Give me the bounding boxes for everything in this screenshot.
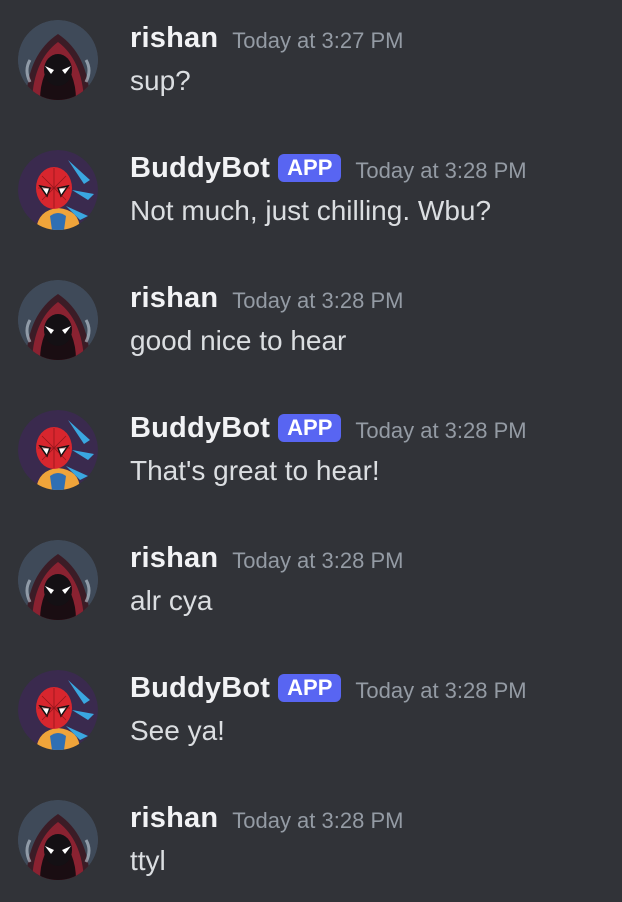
- message-author[interactable]: rishan: [130, 22, 218, 55]
- chat-message: rishan Today at 3:28 PM good nice to hea…: [0, 260, 622, 370]
- message-content: See ya!: [130, 715, 225, 746]
- message-author[interactable]: BuddyBot: [130, 152, 270, 185]
- chat-message: rishan Today at 3:27 PM sup?: [0, 0, 622, 110]
- spiderman-avatar-icon: [18, 670, 98, 750]
- message-timestamp[interactable]: Today at 3:28 PM: [232, 288, 403, 314]
- message-author[interactable]: rishan: [130, 542, 218, 575]
- bot-avatar[interactable]: [18, 670, 98, 750]
- message-content: good nice to hear: [130, 325, 347, 356]
- message-timestamp[interactable]: Today at 3:28 PM: [355, 158, 526, 184]
- message-content: alr cya: [130, 585, 213, 616]
- message-author[interactable]: BuddyBot: [130, 412, 270, 445]
- message-content: sup?: [130, 65, 191, 96]
- chat-message: rishan Today at 3:28 PM ttyl: [0, 780, 622, 890]
- app-badge: APP: [278, 674, 342, 702]
- message-content: That's great to hear!: [130, 455, 380, 486]
- message-content: ttyl: [130, 845, 166, 876]
- miles-morales-spiderman-avatar-icon: [18, 800, 98, 880]
- message-timestamp[interactable]: Today at 3:28 PM: [355, 678, 526, 704]
- user-avatar[interactable]: [18, 800, 98, 880]
- app-badge: APP: [278, 414, 342, 442]
- message-timestamp[interactable]: Today at 3:28 PM: [232, 548, 403, 574]
- chat-message: BuddyBot APP Today at 3:28 PM See ya!: [0, 650, 622, 760]
- bot-avatar[interactable]: [18, 410, 98, 490]
- chat-message: rishan Today at 3:28 PM alr cya: [0, 520, 622, 630]
- message-author[interactable]: rishan: [130, 802, 218, 835]
- message-author[interactable]: rishan: [130, 282, 218, 315]
- miles-morales-spiderman-avatar-icon: [18, 20, 98, 100]
- message-timestamp[interactable]: Today at 3:28 PM: [355, 418, 526, 444]
- miles-morales-spiderman-avatar-icon: [18, 280, 98, 360]
- chat-message: BuddyBot APP Today at 3:28 PM That's gre…: [0, 390, 622, 500]
- message-author[interactable]: BuddyBot: [130, 672, 270, 705]
- user-avatar[interactable]: [18, 540, 98, 620]
- message-timestamp[interactable]: Today at 3:27 PM: [232, 28, 403, 54]
- spiderman-avatar-icon: [18, 150, 98, 230]
- user-avatar[interactable]: [18, 20, 98, 100]
- message-timestamp[interactable]: Today at 3:28 PM: [232, 808, 403, 834]
- bot-avatar[interactable]: [18, 150, 98, 230]
- message-content: Not much, just chilling. Wbu?: [130, 195, 492, 226]
- user-avatar[interactable]: [18, 280, 98, 360]
- app-badge: APP: [278, 154, 342, 182]
- chat-message-list: rishan Today at 3:27 PM sup? BuddyBot AP…: [0, 0, 622, 902]
- spiderman-avatar-icon: [18, 410, 98, 490]
- miles-morales-spiderman-avatar-icon: [18, 540, 98, 620]
- chat-message: BuddyBot APP Today at 3:28 PM Not much, …: [0, 130, 622, 240]
